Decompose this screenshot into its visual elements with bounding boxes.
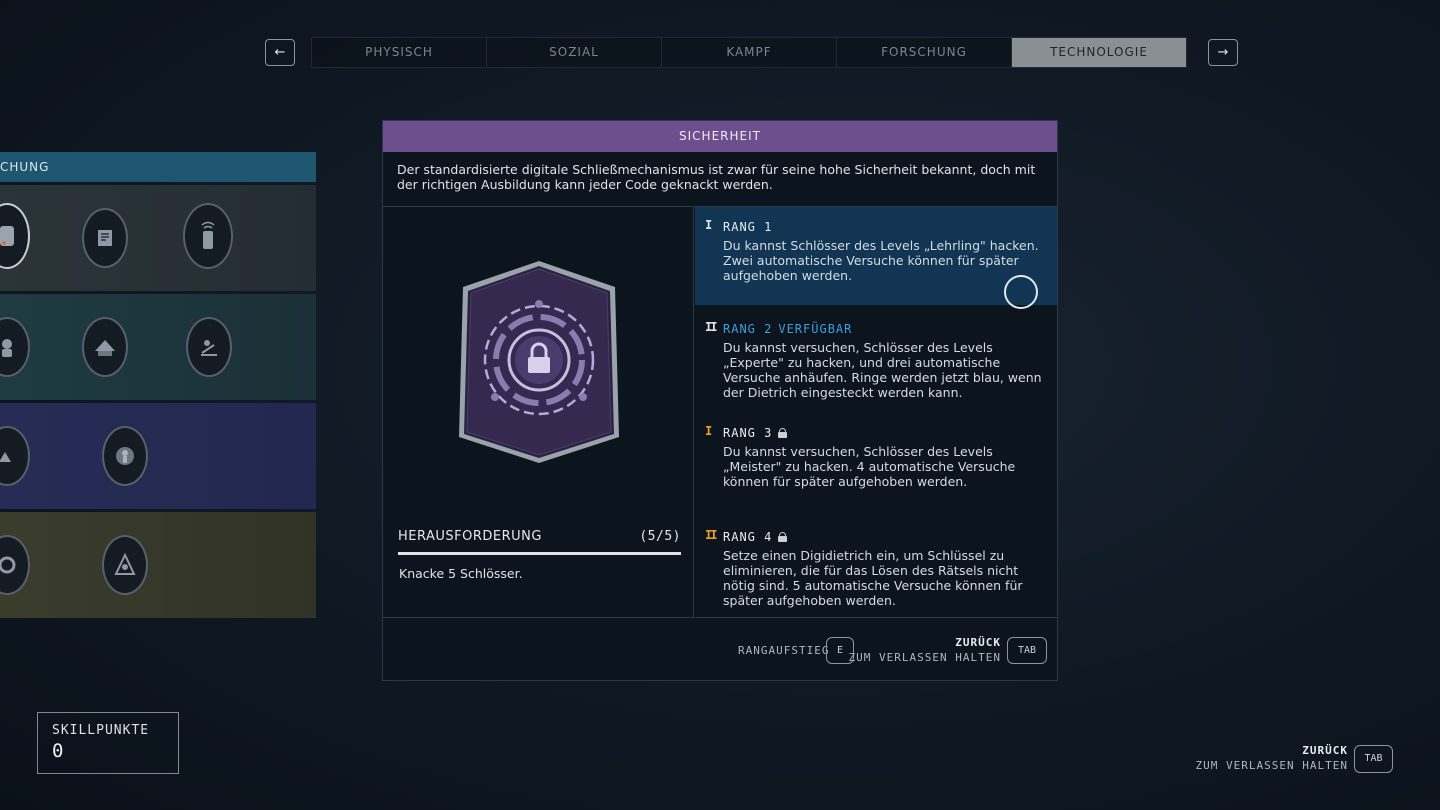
skill-planet-figure-icon[interactable] — [102, 426, 148, 486]
rank-1-description: Du kannst Schlösser des Levels „Lehrling… — [723, 238, 1039, 283]
skill-points-label: SKILLPUNKTE — [52, 723, 150, 738]
skill-document-icon[interactable] — [82, 208, 128, 268]
challenge-progress: (5/5) — [639, 529, 681, 544]
panel-back-label: ZURÜCK — [955, 636, 1001, 649]
skill-scanner-icon[interactable] — [183, 203, 233, 269]
next-tab-button[interactable]: → — [1208, 39, 1238, 66]
challenge-label: HERAUSFORDERUNG — [398, 529, 542, 544]
skill-medic-icon[interactable] — [0, 203, 30, 269]
skill-body: HERAUSFORDERUNG (5/5) Knacke 5 Schlösser… — [383, 207, 1057, 617]
tab-kampf[interactable]: KAMPF — [662, 38, 837, 67]
rank-4-marker: II — [705, 528, 718, 542]
skill-title: SICHERHEIT — [383, 121, 1057, 152]
security-badge-icon — [459, 261, 619, 463]
panel-footer: RANGAUFSTIEG E ZURÜCK ZUM VERLASSEN HALT… — [383, 617, 1057, 680]
rank-4-description: Setze einen Digidietrich ein, um Schlüss… — [723, 548, 1023, 608]
rank-1-item[interactable]: I RANG 1 Du kannst Schlösser des Levels … — [695, 207, 1057, 309]
category-tabs: PHYSISCH SOZIAL KAMPF FORSCHUNG TECHNOLO… — [311, 37, 1187, 68]
panel-back-key-button[interactable]: TAB — [1007, 637, 1047, 664]
skill-points-box: SKILLPUNKTE 0 — [37, 712, 179, 774]
skill-points-value: 0 — [52, 740, 64, 762]
skill-badge-column: HERAUSFORDERUNG (5/5) Knacke 5 Schlösser… — [383, 207, 694, 617]
challenge-text: Knacke 5 Schlösser. — [399, 566, 523, 581]
skill-astronaut-icon[interactable] — [0, 317, 30, 377]
selection-cursor — [1004, 275, 1038, 309]
rank-3-title-label: RANG 3 — [723, 425, 773, 440]
skill-gear-icon[interactable] — [0, 535, 30, 595]
rank-1-marker: I — [705, 218, 712, 232]
rank-list: I RANG 1 Du kannst Schlösser des Levels … — [695, 207, 1057, 617]
global-back-label: ZURÜCK — [1302, 744, 1348, 757]
tab-forschung[interactable]: FORSCHUNG — [837, 38, 1012, 67]
rank-3-marker: I — [705, 424, 712, 438]
skill-tree-row-3 — [0, 403, 316, 509]
rank-1-title: RANG 1 — [723, 218, 1043, 235]
rank-1-title-label: RANG 1 — [723, 219, 773, 234]
tab-technologie[interactable]: TECHNOLOGIE — [1012, 38, 1186, 67]
skill-tree-row-1 — [0, 185, 316, 291]
skill-turret-icon[interactable] — [186, 317, 232, 377]
rank-2-marker: II — [705, 320, 718, 334]
arrow-left-icon: ← — [274, 45, 286, 60]
rank-4-item[interactable]: II RANG 4 Setze einen Digidietrich ein, … — [695, 528, 1057, 608]
rank-4-title: RANG 4 — [723, 528, 1043, 545]
skill-detail-panel: SICHERHEIT Der standardisierte digitale … — [382, 120, 1058, 681]
skill-description: Der standardisierte digitale Schließmech… — [383, 152, 1057, 207]
rank-3-title: RANG 3 — [723, 424, 1043, 441]
challenge-progress-bar — [398, 552, 681, 555]
skill-tree-row-4 — [0, 512, 316, 618]
skill-tree-header-label: CHUNG — [0, 160, 50, 174]
tab-sozial[interactable]: SOZIAL — [487, 38, 662, 67]
panel-back-sub: ZUM VERLASSEN HALTEN — [848, 651, 1001, 664]
rank-2-item[interactable]: II RANG 2 VERFÜGBAR Du kannst versuchen,… — [695, 320, 1057, 400]
arrow-right-icon: → — [1217, 45, 1229, 60]
rank-2-status: VERFÜGBAR — [778, 321, 853, 336]
rank-2-description: Du kannst versuchen, Schlösser des Level… — [723, 340, 1042, 400]
skill-outpost-icon[interactable] — [82, 317, 128, 377]
rank-2-title: RANG 2 VERFÜGBAR — [723, 320, 1043, 337]
rank-up-label: RANGAUFSTIEG — [738, 644, 830, 657]
rank-4-title-label: RANG 4 — [723, 529, 773, 544]
global-back-sub: ZUM VERLASSEN HALTEN — [1195, 759, 1348, 772]
skill-tree-row-2 — [0, 294, 316, 400]
challenge-header: HERAUSFORDERUNG (5/5) — [398, 529, 681, 544]
lock-icon — [778, 531, 788, 542]
skill-robot-icon[interactable] — [0, 426, 30, 486]
skill-circuit-icon[interactable] — [102, 535, 148, 595]
skill-tree-header: CHUNG — [0, 152, 316, 182]
rank-2-title-label: RANG 2 — [723, 321, 773, 336]
prev-tab-button[interactable]: ← — [265, 39, 295, 66]
lock-icon — [778, 427, 788, 438]
rank-3-description: Du kannst versuchen, Schlösser des Level… — [723, 444, 1016, 489]
rank-3-item[interactable]: I RANG 3 Du kannst versuchen, Schlösser … — [695, 424, 1057, 489]
global-back-key-button[interactable]: TAB — [1354, 745, 1393, 773]
tab-physisch[interactable]: PHYSISCH — [312, 38, 487, 67]
